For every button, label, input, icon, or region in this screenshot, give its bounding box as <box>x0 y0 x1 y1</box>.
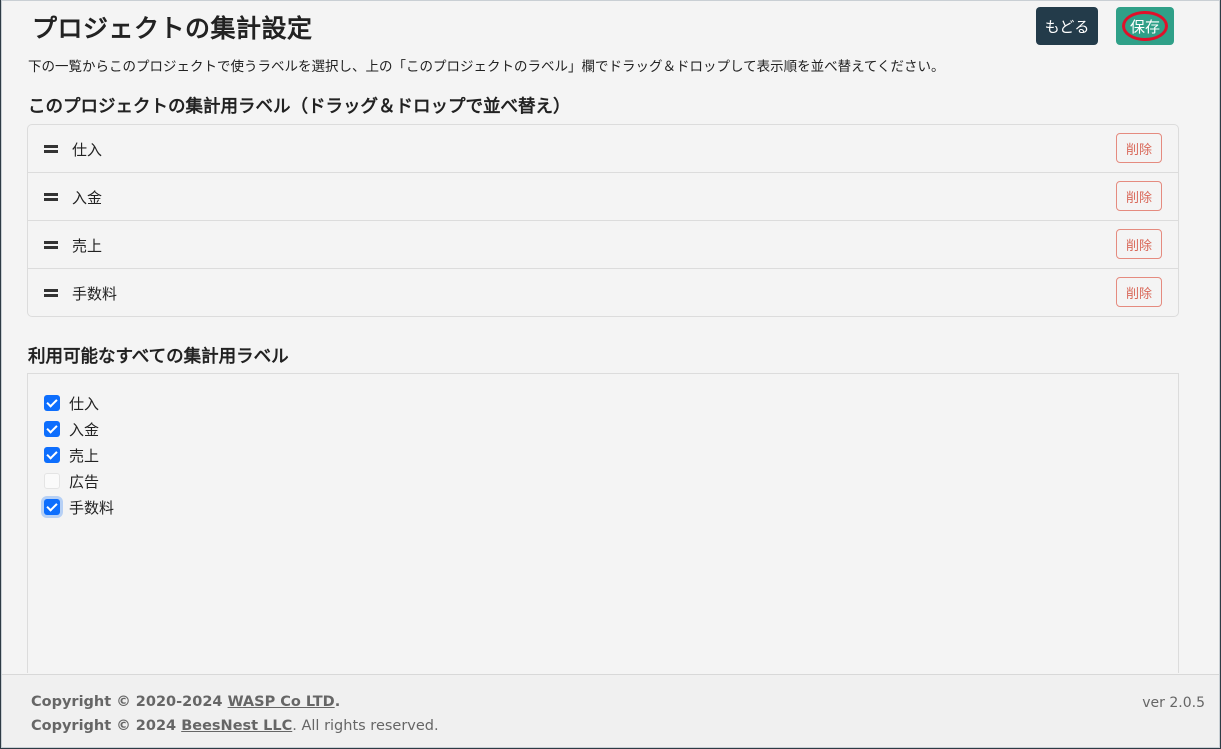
project-labels-heading: このプロジェクトの集計用ラベル（ドラッグ＆ドロップで並べ替え） <box>28 97 571 117</box>
copyright-suffix: . <box>334 694 341 710</box>
available-labels-heading: 利用可能なすべての集計用ラベル <box>28 347 289 367</box>
sortable-row-label: 売上 <box>72 237 103 255</box>
sortable-row[interactable]: 入金 削除 <box>28 173 1178 221</box>
copyright-suffix: . All rights reserved. <box>292 718 439 734</box>
copyright-text: Copyright © 2024 <box>31 718 182 734</box>
copyright-line-1: Copyright © 2020-2024 WASP Co LTD. <box>31 694 340 710</box>
drag-handle-icon[interactable] <box>44 289 58 297</box>
sortable-row-label: 手数料 <box>72 285 118 303</box>
checkbox-label: 売上 <box>69 447 100 465</box>
delete-button[interactable]: 削除 <box>1116 133 1162 163</box>
delete-button[interactable]: 削除 <box>1116 181 1162 211</box>
checkbox[interactable] <box>44 395 60 411</box>
sortable-row-label: 入金 <box>72 189 103 207</box>
checkbox-label: 広告 <box>69 473 100 491</box>
checkbox[interactable] <box>44 447 60 463</box>
footer: Copyright © 2020-2024 WASP Co LTD. Copyr… <box>2 674 1219 747</box>
checkbox-label: 手数料 <box>69 499 115 517</box>
checkbox-label: 仕入 <box>69 395 100 413</box>
wasp-link[interactable]: WASP Co LTD <box>228 694 335 710</box>
sortable-row[interactable]: 売上 削除 <box>28 221 1178 269</box>
version-label: ver 2.0.5 <box>1142 695 1205 711</box>
drag-handle-icon[interactable] <box>44 145 58 153</box>
checkbox[interactable] <box>44 473 60 489</box>
sortable-row[interactable]: 仕入 削除 <box>28 125 1178 173</box>
copyright-line-2: Copyright © 2024 BeesNest LLC. All right… <box>31 718 439 734</box>
sortable-row[interactable]: 手数料 削除 <box>28 269 1178 317</box>
app-window: プロジェクトの集計設定 もどる 保存 下の一覧からこのプロジェクトで使うラベルを… <box>1 0 1220 748</box>
checkbox[interactable] <box>44 421 60 437</box>
page-header: プロジェクトの集計設定 もどる 保存 <box>32 5 1174 49</box>
checkbox-label: 入金 <box>69 421 100 439</box>
save-button-label: 保存 <box>1129 17 1160 36</box>
copyright-text: Copyright © 2020-2024 <box>31 694 228 710</box>
drag-handle-icon[interactable] <box>44 193 58 201</box>
beesnest-link[interactable]: BeesNest LLC <box>181 718 292 734</box>
instructions-text: 下の一覧からこのプロジェクトで使うラベルを選択し、上の「このプロジェクトのラベル… <box>28 59 945 75</box>
checkbox[interactable] <box>44 499 60 515</box>
save-button[interactable]: 保存 <box>1116 7 1174 45</box>
delete-button[interactable]: 削除 <box>1116 229 1162 259</box>
available-labels-list: 仕入 入金 売上 広告 手数料 <box>27 373 1179 673</box>
sortable-row-label: 仕入 <box>72 141 103 159</box>
delete-button[interactable]: 削除 <box>1116 277 1162 307</box>
back-button[interactable]: もどる <box>1036 7 1098 45</box>
page-title: プロジェクトの集計設定 <box>32 14 313 43</box>
project-label-sort-list: 仕入 削除 入金 削除 売上 削除 手数料 削除 <box>27 124 1179 317</box>
drag-handle-icon[interactable] <box>44 241 58 249</box>
